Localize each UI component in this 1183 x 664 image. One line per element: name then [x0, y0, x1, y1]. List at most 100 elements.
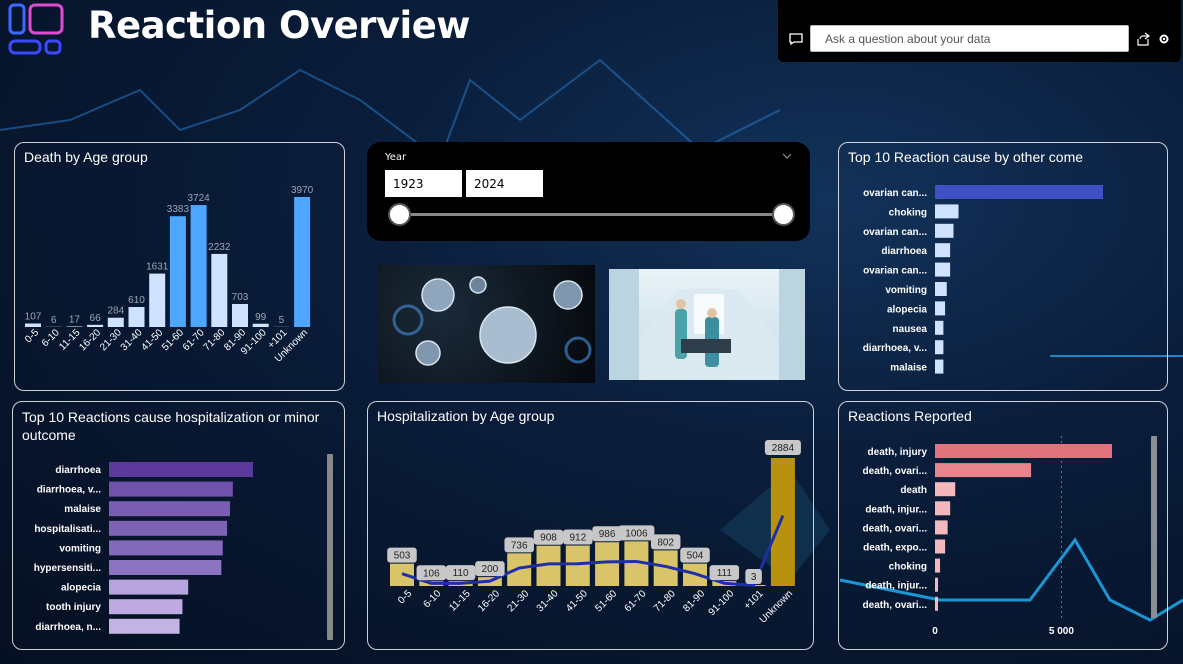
cause-bar [935, 282, 947, 296]
share-icon[interactable] [1136, 31, 1152, 47]
reported-bar [935, 539, 946, 554]
bar-label: choking [889, 562, 927, 573]
slider-end-handle[interactable] [772, 203, 795, 226]
bar-label: ovarian can... [863, 227, 927, 238]
data-label: 111 [717, 568, 733, 579]
chat-icon[interactable] [789, 33, 803, 45]
bar-label: death, ovari... [863, 523, 928, 534]
data-label: 200 [482, 564, 499, 575]
death-age-chart: 1070-566-101711-156616-2028421-3061031-4… [23, 185, 314, 365]
x-tick: 5 000 [1049, 626, 1074, 637]
start-year-input[interactable]: 1923 [385, 170, 462, 197]
reported-bar [935, 520, 948, 535]
reaction-bar [109, 501, 230, 517]
data-label: 703 [232, 292, 249, 303]
qa-input[interactable]: Ask a question about your data [810, 25, 1129, 52]
bar-label: hospitalisati... [34, 524, 101, 535]
reaction-bar [109, 579, 189, 595]
bar-label: vomiting [59, 543, 101, 554]
cause-bar [935, 223, 954, 238]
reaction-bar [109, 618, 180, 634]
death-bar [252, 323, 269, 327]
tick-label: 51-60 [160, 327, 186, 353]
app-logo [8, 3, 64, 55]
bar-label: death [900, 485, 927, 496]
data-label: 986 [599, 529, 616, 540]
cause-bar [935, 262, 951, 277]
data-label: 6 [51, 315, 57, 326]
hosp-bar [565, 545, 590, 586]
reported-chart: death, injury death, ovari... death death, … [863, 436, 1112, 637]
bar-label: death, injur... [865, 504, 927, 515]
tick-label: 91-100 [707, 588, 737, 618]
tick-label: 16-20 [476, 588, 502, 614]
tick-label: 11-15 [57, 327, 83, 353]
bar-label: nausea [893, 324, 928, 335]
cause-bar [935, 301, 946, 316]
chevron-down-icon[interactable] [781, 151, 793, 161]
year-slicer[interactable]: Year 1923 2024 [367, 142, 810, 241]
tick-label: 0-5 [23, 327, 41, 345]
hospital-corridor-image [609, 269, 805, 380]
cause-bar [935, 185, 1103, 199]
data-label: 504 [687, 551, 704, 562]
data-label: 66 [90, 313, 102, 324]
tick-label: 71-80 [202, 327, 228, 353]
reported-bar [935, 444, 1112, 458]
gear-icon[interactable] [1158, 32, 1170, 46]
reported-bar [935, 482, 956, 497]
slicer-label: Year [385, 152, 407, 163]
scrollbar[interactable] [327, 454, 333, 640]
scrollbar[interactable] [1151, 436, 1157, 618]
bar-label: alopecia [61, 583, 101, 594]
reaction-bar [109, 560, 222, 575]
data-label: 5 [279, 315, 285, 326]
death-bar [232, 303, 248, 327]
top-other-chart: ovarian can... choking ovarian can... diarr… [863, 185, 1103, 374]
slider-start-handle[interactable] [388, 203, 411, 226]
bar-label: diarrhoea, v... [37, 485, 102, 496]
bar-label: death, expo... [863, 543, 927, 554]
tick-label: 21-30 [505, 588, 531, 614]
bar-label: choking [889, 207, 927, 218]
cause-bar [935, 204, 959, 219]
tick-label: 16-20 [77, 327, 103, 353]
tick-label: 41-50 [564, 588, 590, 614]
bar-label: malaise [64, 504, 101, 515]
data-label: 3383 [167, 204, 190, 215]
cause-bar [935, 340, 944, 355]
bar-label: death, injury [868, 447, 928, 458]
tick-label: +101 [742, 588, 766, 612]
tick-label: 31-40 [119, 327, 145, 353]
top-other-card: Top 10 Reaction cause by other come ovar… [838, 142, 1168, 391]
bar-label: ovarian can... [863, 188, 927, 199]
bar-label: vomiting [885, 285, 927, 296]
tick-label: 31-40 [535, 588, 561, 614]
reported-bar [935, 463, 1032, 478]
data-label: 1006 [625, 528, 648, 539]
end-year-input[interactable]: 2024 [466, 170, 543, 197]
bar-label: diarrhoea, n... [35, 622, 101, 633]
reported-bar [935, 501, 951, 516]
slider-track[interactable] [399, 213, 784, 216]
death-bar [169, 216, 186, 327]
cause-bar [935, 359, 944, 374]
tick-label: 81-90 [681, 588, 707, 614]
tick-label: 51-60 [593, 588, 619, 614]
bar-label: diarrhoea, v... [863, 343, 928, 354]
death-bar [149, 273, 166, 327]
virus-image [378, 265, 595, 383]
data-label: 802 [657, 537, 674, 548]
hosp-bar [770, 458, 795, 586]
tick-label: 21-30 [98, 327, 124, 353]
cause-bar [935, 243, 951, 258]
bar-label: malaise [890, 363, 927, 374]
data-label: 503 [394, 551, 411, 562]
reported-bar [935, 558, 941, 573]
bar-label: alopecia [887, 304, 927, 315]
x-tick: 0 [932, 626, 938, 637]
death-bar [211, 253, 228, 327]
reaction-bar [109, 540, 223, 556]
tick-label: 11-15 [447, 588, 473, 614]
reported-card: Reactions Reported death, injury death, o… [838, 401, 1168, 650]
